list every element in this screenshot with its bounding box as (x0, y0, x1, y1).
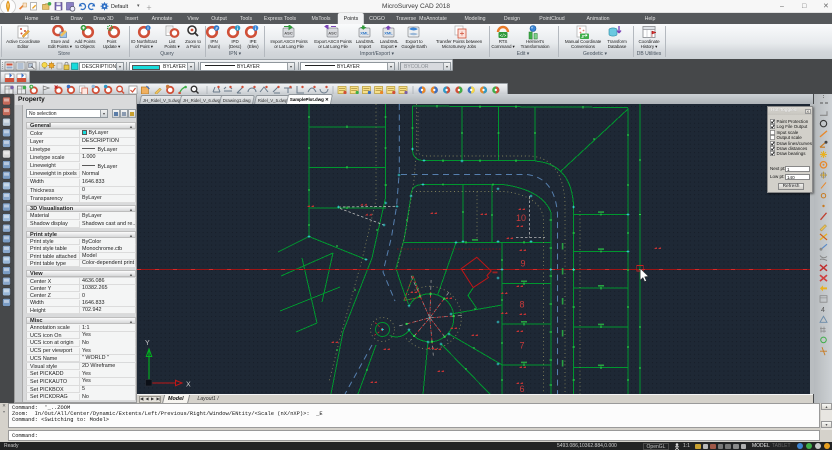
svg-text:6: 6 (519, 384, 524, 394)
svg-text:ASC: ASC (328, 31, 337, 36)
svg-text:XML: XML (384, 31, 393, 36)
svg-text:4: 4 (821, 307, 825, 314)
svg-text:i: i (237, 26, 238, 31)
svg-text:XML: XML (360, 31, 369, 36)
svg-text:10: 10 (516, 213, 526, 223)
svg-text:7: 7 (519, 341, 524, 351)
svg-text:i: i (147, 26, 148, 31)
svg-text:Y: Y (145, 340, 150, 347)
svg-text:8: 8 (519, 300, 524, 310)
svg-text:ASC: ASC (284, 31, 293, 36)
svg-text:</>: </> (500, 33, 507, 38)
svg-text:i: i (255, 26, 256, 31)
svg-text:X: X (186, 382, 191, 389)
svg-text:9: 9 (520, 259, 525, 269)
